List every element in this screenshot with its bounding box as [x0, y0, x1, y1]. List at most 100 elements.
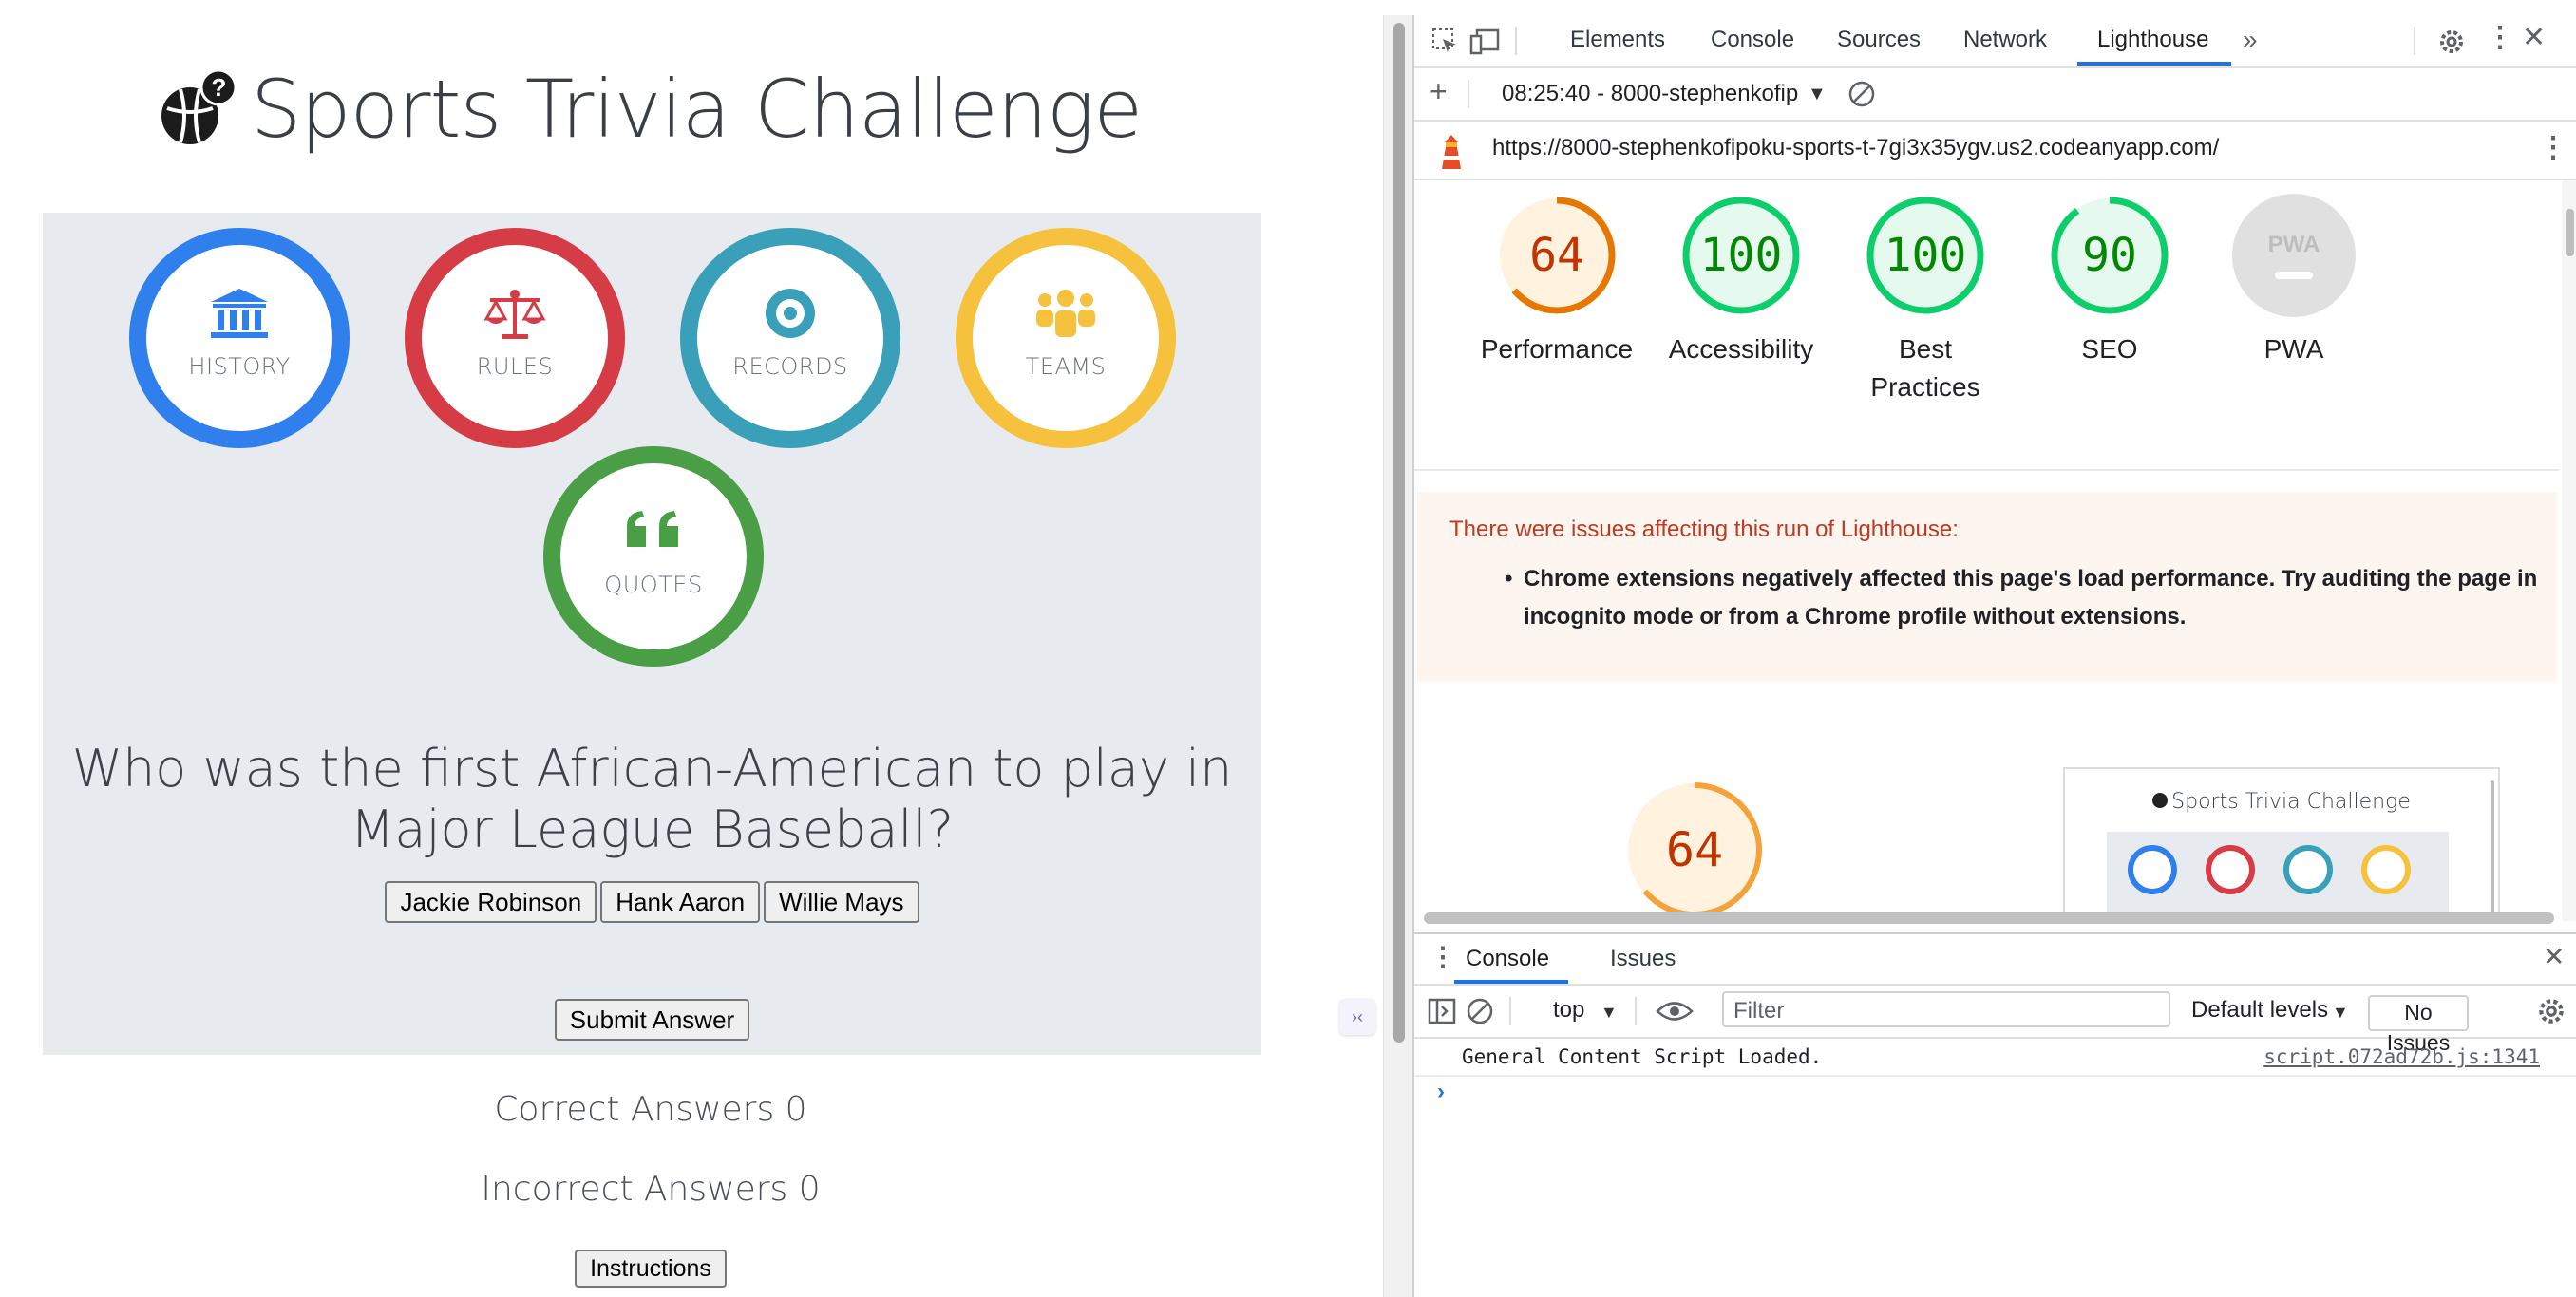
lighthouse-logo-icon	[1442, 135, 1461, 169]
category-quotes-label: QUOTES	[604, 572, 703, 598]
report-selector[interactable]: 08:25:40 - 8000-stephenkofip	[1502, 81, 1798, 107]
context-dropdown-arrow-icon[interactable]: ▼	[1601, 999, 1618, 1025]
page-scrollbar[interactable]	[1383, 15, 1412, 1297]
toolbar-divider	[1509, 997, 1511, 1025]
category-rules-button[interactable]: RULES	[405, 228, 625, 448]
category-history-label: HISTORY	[188, 353, 291, 380]
category-quotes-button[interactable]: QUOTES	[543, 446, 764, 667]
big-score-value: 64	[1666, 822, 1723, 877]
live-expression-eye-icon[interactable]	[1656, 999, 1694, 1024]
audited-url: https://8000-stephenkofipoku-sports-t-7g…	[1492, 135, 2220, 160]
app-title: ? Sports Trivia Challenge	[160, 63, 1143, 156]
warning-text: Chrome extensions negatively affected th…	[1524, 566, 2538, 630]
pwa-badge-text: PWA	[2267, 232, 2320, 257]
toolbar-divider	[2414, 27, 2415, 55]
report-vertical-scrollbar[interactable]	[2562, 180, 2576, 921]
target-icon	[766, 289, 815, 338]
report-horizontal-scrollbar[interactable]	[1424, 912, 2554, 924]
close-drawer-icon[interactable]: ✕	[2543, 944, 2565, 970]
settings-gear-icon[interactable]	[2436, 27, 2467, 57]
page-screenshot-thumbnail[interactable]: Sports Trivia Challenge	[2063, 767, 2500, 912]
gauge-value-performance: 64	[1529, 229, 1584, 282]
log-source-link[interactable]: script.072ad72b.js:1341	[2263, 1045, 2540, 1068]
tab-network[interactable]: Network	[1963, 27, 2047, 53]
drawer-menu-icon[interactable]: ⋮	[1430, 944, 1456, 970]
lighthouse-url-bar: https://8000-stephenkofipoku-sports-t-7g…	[1414, 122, 2576, 180]
console-sidebar-icon[interactable]	[1428, 997, 1456, 1025]
thumbnail-title: Sports Trivia Challenge	[2065, 790, 2498, 814]
clear-reports-icon[interactable]	[1847, 80, 1876, 108]
people-icon	[1036, 290, 1095, 339]
close-devtools-icon[interactable]: ✕	[2522, 24, 2546, 52]
category-records-label: RECORDS	[732, 353, 848, 380]
category-teams-label: TEAMS	[1025, 353, 1107, 380]
category-records-button[interactable]: RECORDS	[680, 228, 900, 448]
report-dropdown-arrow-icon[interactable]: ▼	[1808, 81, 1827, 107]
thumbnail-history-circle	[2128, 845, 2177, 894]
context-selector[interactable]: top	[1553, 997, 1584, 1024]
gauge-value-best-practices: 100	[1884, 229, 1967, 282]
clear-console-icon[interactable]	[1466, 997, 1494, 1025]
bullet-icon: •	[1505, 566, 1513, 592]
warning-title: There were issues affecting this run of …	[1449, 517, 1959, 542]
thumbnail-scrollbar	[2491, 780, 2494, 912]
pwa-dash-icon	[2275, 272, 2313, 279]
tab-lighthouse[interactable]: Lighthouse	[2097, 27, 2208, 53]
gauge-value-seo: 90	[2082, 229, 2137, 282]
report-scrollbar-thumb[interactable]	[2566, 209, 2574, 256]
console-prompt-icon[interactable]: ›	[1437, 1079, 1445, 1105]
devtools-main-toolbar: Elements Console Sources Network Lightho…	[1414, 15, 2576, 68]
toolbar-divider	[1635, 997, 1637, 1025]
report-divider	[1414, 469, 2559, 471]
new-report-plus-icon[interactable]: +	[1430, 76, 1448, 106]
console-log-row: General Content Script Loaded. script.07…	[1414, 1039, 2576, 1077]
more-tabs-chevron-icon[interactable]: »	[2243, 27, 2258, 53]
drawer-active-tab-indicator	[1454, 980, 1568, 984]
svg-text:?: ?	[212, 73, 226, 102]
console-settings-gear-icon[interactable]	[2535, 995, 2567, 1027]
devtools-dock-handle-icon[interactable]: ›‹	[1339, 999, 1375, 1035]
gauge-accessibility[interactable]: 100	[1679, 194, 1803, 317]
warning-item: • Chrome extensions negatively affected …	[1505, 560, 2540, 636]
inspect-element-icon[interactable]	[1431, 28, 1460, 56]
gauge-value-accessibility: 100	[1699, 229, 1783, 282]
thumbnail-logo-icon	[2152, 793, 2169, 808]
more-options-icon[interactable]: ⋮	[2486, 24, 2514, 52]
answer-options: Jackie Robinson Hank Aaron Willie Mays	[43, 881, 1261, 923]
device-toolbar-icon[interactable]	[1469, 28, 1502, 56]
gauge-label-performance: Performance	[1480, 334, 1634, 364]
lighthouse-warning-box: There were issues affecting this run of …	[1417, 492, 2557, 682]
answer-button-jackie-robinson[interactable]: Jackie Robinson	[385, 881, 597, 923]
gauge-seo[interactable]: 90	[2048, 194, 2171, 317]
gauge-label-seo: SEO	[2081, 334, 2138, 364]
drawer-tab-issues[interactable]: Issues	[1610, 946, 1676, 972]
page-scrollbar-thumb[interactable]	[1393, 23, 1405, 1043]
toolbar-divider	[1515, 27, 1517, 55]
url-more-options-icon[interactable]: ⋮	[2539, 134, 2567, 162]
issues-count-button[interactable]: No Issues	[2368, 995, 2469, 1055]
gauge-best-practices[interactable]: 100	[1864, 194, 1987, 317]
answer-button-willie-mays[interactable]: Willie Mays	[764, 881, 919, 923]
thumbnail-rules-circle	[2206, 845, 2255, 894]
thumbnail-teams-circle	[2361, 845, 2411, 894]
question-text: Who was the first African-American to pl…	[71, 739, 1233, 859]
gauge-pwa[interactable]: PWA	[2232, 194, 2356, 317]
answer-button-hank-aaron[interactable]: Hank Aaron	[600, 881, 761, 923]
gauge-label-best-practices: Best Practices	[1870, 334, 1980, 402]
active-tab-indicator	[2077, 62, 2231, 66]
console-filter-input[interactable]: Filter	[1722, 991, 2170, 1027]
landmark-icon	[211, 289, 268, 338]
category-history-button[interactable]: HISTORY	[129, 228, 350, 448]
tab-console[interactable]: Console	[1711, 27, 1794, 53]
tab-elements[interactable]: Elements	[1570, 27, 1665, 53]
drawer-tab-console[interactable]: Console	[1466, 946, 1549, 972]
app-title-text: Sports Trivia Challenge	[250, 63, 1143, 156]
gauge-performance[interactable]: 64	[1495, 194, 1619, 317]
log-levels-dropdown-icon[interactable]: ▼	[2332, 999, 2349, 1025]
category-teams-button[interactable]: TEAMS	[956, 228, 1176, 448]
tab-sources[interactable]: Sources	[1837, 27, 1921, 53]
category-rules-label: RULES	[476, 353, 554, 380]
submit-answer-button[interactable]: Submit Answer	[554, 999, 750, 1041]
instructions-button[interactable]: Instructions	[575, 1250, 727, 1288]
log-levels-selector[interactable]: Default levels	[2191, 997, 2328, 1024]
